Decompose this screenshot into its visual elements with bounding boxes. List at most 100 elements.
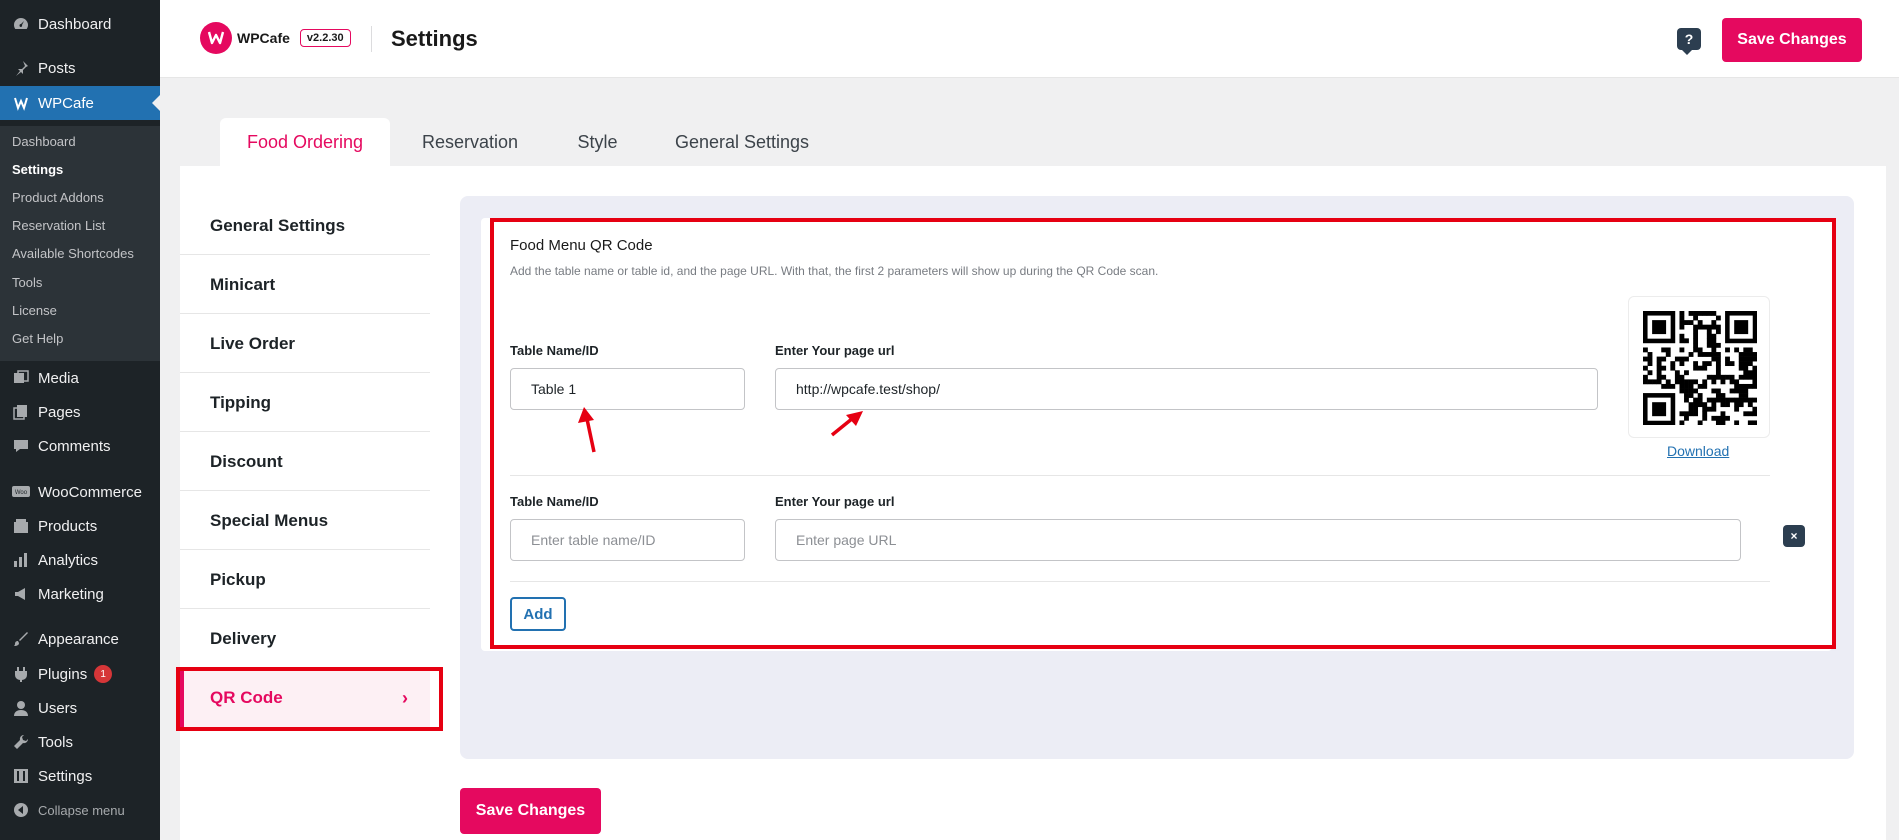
settings-nav-tipping[interactable]: Tipping (180, 374, 430, 432)
products-icon (12, 517, 30, 535)
submenu-item-tools[interactable]: Tools (12, 273, 42, 293)
sidebar-item-appearance[interactable]: Appearance (0, 624, 160, 654)
tools-icon (12, 733, 30, 751)
sidebar-item-products[interactable]: Products (0, 511, 160, 541)
settings-nav-general-settings[interactable]: General Settings (180, 197, 430, 255)
sidebar-item-label: Plugins (38, 665, 88, 683)
sidebar-item-label: Dashboard (38, 15, 112, 33)
settings-nav-pickup[interactable]: Pickup (180, 551, 430, 609)
sidebar-item-tools[interactable]: Tools (0, 727, 160, 757)
sidebar-item-label: Marketing (38, 585, 104, 603)
tab-food-ordering[interactable]: Food Ordering (220, 118, 390, 166)
sidebar-item-label: Appearance (38, 630, 119, 648)
sidebar-item-label: Settings (38, 767, 93, 785)
wpcafe-icon (12, 94, 30, 112)
sidebar-item-pages[interactable]: Pages (0, 397, 160, 427)
sidebar-item-posts[interactable]: Posts (0, 53, 160, 83)
submenu-item-settings[interactable]: Settings (12, 160, 63, 180)
pages-icon (12, 403, 30, 421)
sidebar-item-comments[interactable]: Comments (0, 431, 160, 461)
download-qr-link[interactable]: Download (1667, 443, 1729, 459)
qr-code-graphic (1643, 311, 1757, 425)
settings-nav-special-menus[interactable]: Special Menus (180, 492, 430, 550)
wpcafe-submenu: Dashboard Settings Product Addons Reserv… (0, 126, 160, 361)
pin-icon (12, 59, 30, 77)
sidebar-item-label: WooCommerce (38, 483, 142, 501)
settings-nav-minicart[interactable]: Minicart (180, 256, 430, 314)
highlight-box-qr-nav (176, 667, 443, 731)
sidebar-item-media[interactable]: Media (0, 363, 160, 393)
sidebar-item-label: Posts (38, 59, 76, 77)
dashboard-icon (12, 15, 30, 33)
row-divider (510, 581, 1770, 582)
logo-text: WPCafe (237, 30, 290, 46)
table-name-label: Table Name/ID (510, 343, 599, 358)
settings-nav-discount[interactable]: Discount (180, 433, 430, 491)
submenu-item-product-addons[interactable]: Product Addons (12, 188, 104, 208)
settings-nav-delivery[interactable]: Delivery (180, 610, 430, 668)
sidebar-item-label: Collapse menu (38, 802, 125, 818)
tab-reservation[interactable]: Reservation (405, 118, 535, 166)
page-url-label: Enter Your page url (775, 343, 895, 358)
analytics-icon (12, 551, 30, 569)
tab-general-settings[interactable]: General Settings (662, 118, 822, 166)
page-url-input[interactable] (775, 368, 1598, 410)
table-name-input[interactable] (510, 519, 745, 561)
section-description: Add the table name or table id, and the … (510, 264, 1159, 278)
tab-style[interactable]: Style (560, 118, 635, 166)
sidebar-item-label: Tools (38, 733, 74, 751)
add-row-button[interactable]: Add (510, 597, 566, 631)
sidebar-item-label: Users (38, 699, 78, 717)
version-badge: v2.2.30 (299, 29, 351, 47)
submenu-item-reservation-list[interactable]: Reservation List (12, 216, 105, 236)
sidebar-item-analytics[interactable]: Analytics (0, 545, 160, 575)
help-icon[interactable]: ? (1677, 28, 1701, 55)
submenu-item-license[interactable]: License (12, 301, 57, 321)
table-name-label: Table Name/ID (510, 494, 599, 509)
wpcafe-logo: WPCafe v2.2.30 (200, 22, 351, 54)
sidebar-item-label: Products (38, 517, 98, 535)
settings-nav-live-order[interactable]: Live Order (180, 315, 430, 373)
sidebar-item-label: Analytics (38, 551, 99, 569)
admin-sidebar: Dashboard Posts WPCafe Dashboard Setting… (0, 0, 160, 840)
sidebar-item-marketing[interactable]: Marketing (0, 579, 160, 609)
appearance-icon (12, 630, 30, 648)
section-title: Food Menu QR Code (510, 237, 653, 254)
sidebar-item-settings[interactable]: Settings (0, 761, 160, 791)
submenu-item-available-shortcodes[interactable]: Available Shortcodes (12, 244, 134, 264)
sidebar-item-wpcafe[interactable]: WPCafe (0, 86, 160, 120)
sidebar-item-label: Pages (38, 403, 81, 421)
sidebar-item-label: Media (38, 369, 79, 387)
users-icon (12, 699, 30, 717)
page-title: Settings (391, 26, 478, 51)
marketing-icon (12, 585, 30, 603)
page-url-label: Enter Your page url (775, 494, 895, 509)
wpcafe-logo-icon (200, 22, 232, 54)
sidebar-item-dashboard[interactable]: Dashboard (0, 9, 160, 39)
sidebar-item-users[interactable]: Users (0, 693, 160, 723)
row-divider (510, 475, 1770, 476)
settings-icon (12, 767, 30, 785)
annotation-arrow-up-icon (578, 407, 596, 453)
collapse-menu-button[interactable]: Collapse menu (0, 795, 160, 825)
header-divider (371, 26, 372, 52)
qr-code-image (1628, 296, 1770, 438)
save-changes-button[interactable]: Save Changes (1722, 18, 1862, 62)
save-changes-bottom-button[interactable]: Save Changes (460, 788, 601, 834)
plugin-header: WPCafe v2.2.30 Settings ? Save Changes (160, 0, 1899, 78)
table-name-input[interactable] (510, 368, 745, 410)
plugins-update-badge: 1 (94, 665, 113, 683)
sidebar-item-woocommerce[interactable]: Woo WooCommerce (0, 477, 160, 507)
media-icon (12, 369, 30, 387)
plugins-icon (12, 665, 30, 683)
sidebar-item-plugins[interactable]: Plugins 1 (0, 659, 160, 689)
sidebar-item-label: WPCafe (38, 94, 94, 112)
sidebar-item-label: Comments (38, 437, 111, 455)
remove-row-icon[interactable]: × (1783, 525, 1805, 547)
collapse-icon (12, 801, 30, 819)
page-url-input[interactable] (775, 519, 1741, 561)
current-menu-arrow (152, 95, 160, 111)
annotation-arrow-up-right-icon (830, 411, 863, 437)
submenu-item-dashboard[interactable]: Dashboard (12, 132, 76, 152)
submenu-item-get-help[interactable]: Get Help (12, 329, 63, 349)
